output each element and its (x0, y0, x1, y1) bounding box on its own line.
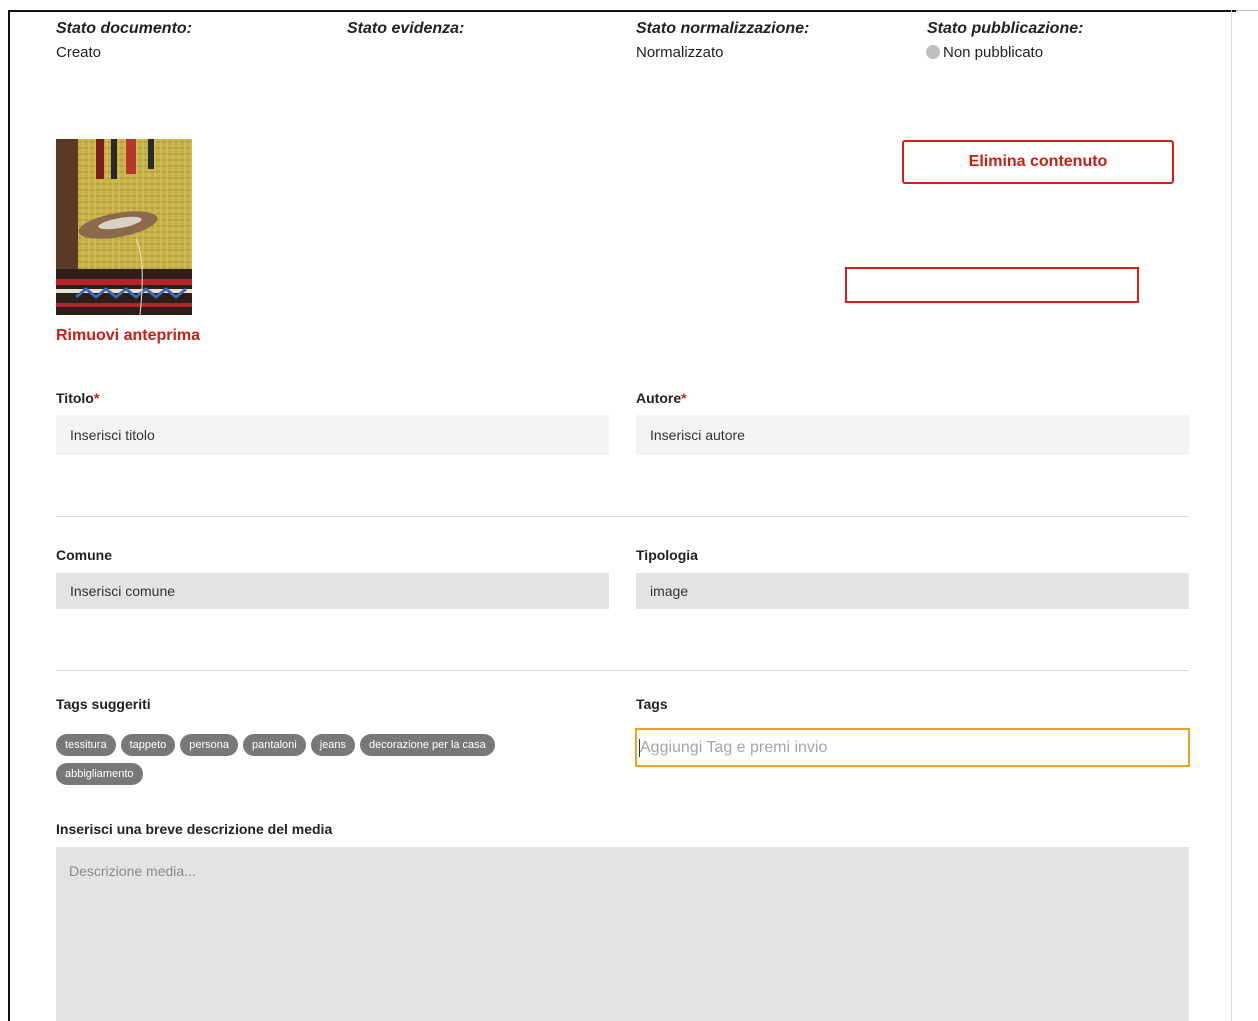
autore-label-text: Autore (636, 390, 682, 406)
remove-preview-link[interactable]: Rimuovi anteprima (56, 327, 200, 345)
highlight-box (845, 267, 1139, 303)
suggested-tag[interactable]: abbigliamento (56, 763, 143, 785)
titolo-required-marker: * (93, 390, 100, 406)
suggested-tag[interactable]: decorazione per la casa (360, 734, 495, 756)
autore-input[interactable]: Inserisci autore (636, 415, 1189, 455)
media-preview-thumbnail (56, 139, 192, 315)
content-right-border (1231, 10, 1232, 1021)
tipologia-field: image (636, 573, 1189, 609)
description-textarea[interactable]: Descrizione media... (56, 847, 1189, 1021)
titolo-input[interactable]: Inserisci titolo (56, 415, 609, 455)
titolo-label: Titolo* (56, 390, 99, 406)
description-label: Inserisci una breve descrizione del medi… (56, 821, 333, 837)
suggested-tag[interactable]: tessitura (56, 734, 116, 756)
comune-input[interactable]: Inserisci comune (56, 573, 609, 609)
status-evidenza-label: Stato evidenza: (347, 20, 465, 37)
comune-label: Comune (56, 547, 112, 563)
tags-input[interactable]: Aggiungi Tag e premi invio (635, 728, 1190, 767)
suggested-tag[interactable]: jeans (310, 734, 355, 756)
window-top-border-extension (1236, 10, 1258, 11)
suggested-tags-label: Tags suggeriti (56, 696, 151, 712)
delete-content-button[interactable]: Elimina contenuto (902, 140, 1174, 184)
suggested-tag[interactable]: persona (180, 734, 239, 756)
tags-label: Tags (636, 696, 668, 712)
section-divider (56, 516, 1189, 517)
status-pubblicazione-value: Non pubblicato (943, 44, 1044, 61)
status-normalizzazione-label: Stato normalizzazione: (636, 20, 810, 37)
titolo-label-text: Titolo (56, 390, 94, 406)
window-top-border (8, 10, 1236, 12)
suggested-tag[interactable]: tappeto (120, 734, 176, 756)
status-pubblicazione-label: Stato pubblicazione: (927, 20, 1084, 37)
status-pubblicazione-row: Non pubblicato (926, 44, 1043, 61)
autore-label: Autore* (636, 390, 687, 406)
status-documento-value: Creato (56, 44, 102, 61)
tags-input-placeholder: Aggiungi Tag e premi invio (640, 738, 828, 756)
suggested-tags-list: tessitura tappeto persona pantaloni jean… (56, 734, 536, 785)
status-normalizzazione-value: Normalizzato (636, 44, 724, 61)
autore-required-marker: * (681, 390, 687, 406)
window-left-border (8, 10, 10, 1021)
suggested-tag[interactable]: pantaloni (243, 734, 306, 756)
section-divider (56, 670, 1189, 671)
status-documento-label: Stato documento: (56, 20, 192, 37)
tipologia-label: Tipologia (636, 547, 698, 563)
unpublished-status-dot-icon (926, 45, 940, 59)
